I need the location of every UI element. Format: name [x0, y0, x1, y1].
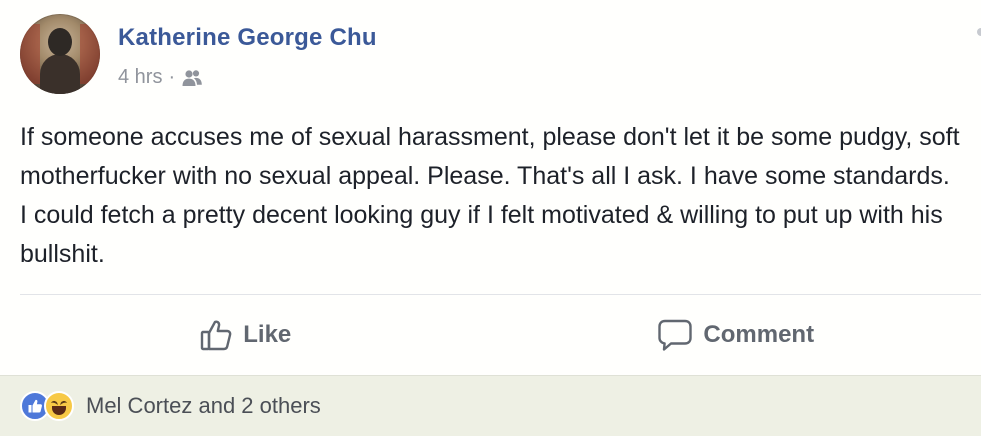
post-meta: 4 hrs ·	[118, 66, 203, 89]
edge-indicator	[977, 28, 981, 36]
reaction-summary-text[interactable]: Mel Cortez and 2 others	[86, 393, 321, 419]
haha-reaction-icon	[44, 391, 74, 421]
avatar-figure-body	[40, 54, 80, 94]
meta-separator: ·	[168, 66, 176, 88]
comment-button[interactable]: Comment	[491, 295, 981, 375]
post-header: Katherine George Chu 4 hrs ·	[20, 14, 960, 98]
avatar-bg-right	[80, 24, 100, 84]
like-label: Like	[243, 321, 292, 348]
post-body-text: If someone accuses me of sexual harassme…	[20, 123, 960, 268]
thumbs-up-icon	[199, 318, 233, 352]
avatar[interactable]	[20, 14, 100, 94]
friends-icon[interactable]	[181, 69, 203, 87]
reactions-summary[interactable]: Mel Cortez and 2 others	[0, 375, 981, 436]
facebook-post: Katherine George Chu 4 hrs · If someone …	[0, 0, 981, 436]
haha-mouth	[52, 406, 66, 415]
speech-bubble-icon	[657, 318, 693, 352]
post-actions: Like Comment	[0, 295, 981, 375]
avatar-bg-left	[20, 24, 40, 84]
author-name[interactable]: Katherine George Chu	[118, 24, 377, 52]
comment-label: Comment	[703, 321, 815, 348]
reaction-icons	[20, 391, 84, 421]
post-time[interactable]: 4 hrs	[118, 66, 162, 89]
like-button[interactable]: Like	[0, 295, 491, 375]
avatar-figure-head	[48, 28, 72, 56]
